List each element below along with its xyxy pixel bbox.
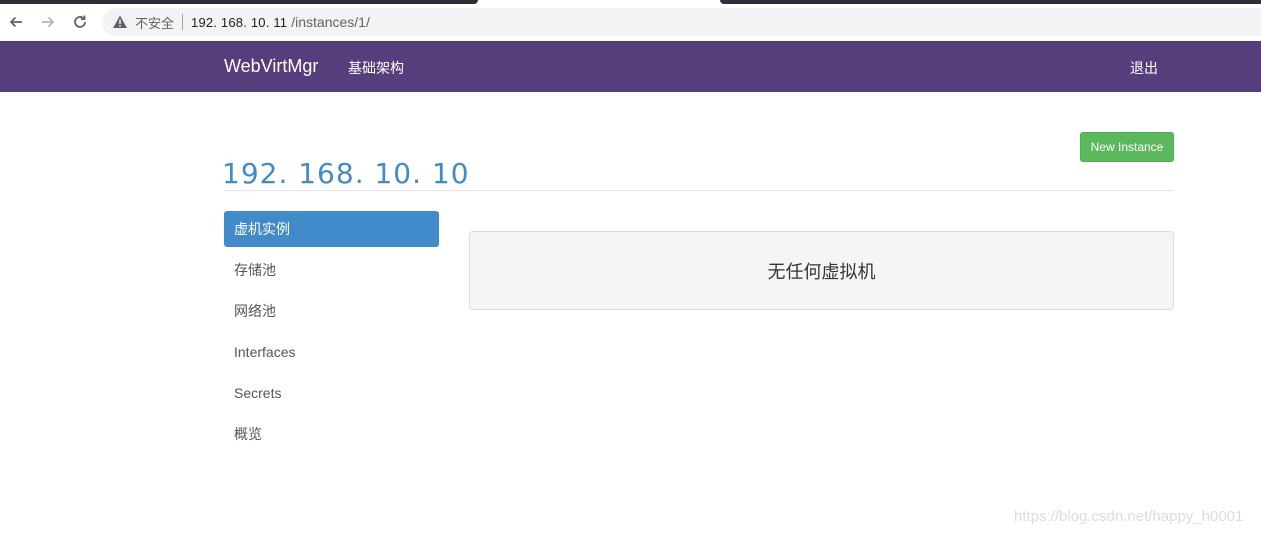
header-divider	[224, 190, 1174, 191]
page-title: 192. 168. 10. 10	[222, 156, 470, 190]
sidebar-item-instances[interactable]: 虚机实例	[224, 211, 439, 247]
empty-instances-panel: 无任何虚拟机	[469, 231, 1174, 310]
app-navbar: WebVirtMgr 基础架构 退出	[0, 41, 1261, 92]
forward-button[interactable]	[36, 10, 60, 34]
sidebar-nav: 虚机实例 存储池 网络池 Interfaces Secrets 概览	[224, 211, 439, 457]
inactive-tab-right[interactable]	[720, 0, 1261, 4]
warning-icon[interactable]	[112, 14, 128, 30]
url-path: /instances/1/	[291, 14, 370, 30]
arrow-right-icon	[42, 16, 55, 28]
empty-message: 无任何虚拟机	[767, 261, 876, 282]
nav-infrastructure-link[interactable]: 基础架构	[348, 58, 404, 78]
sidebar-item-networks[interactable]: 网络池	[224, 293, 439, 329]
url-host: 192. 168. 10. 11	[191, 14, 288, 30]
sidebar-item-overview[interactable]: 概览	[224, 416, 439, 452]
logout-link[interactable]: 退出	[1130, 58, 1158, 78]
browser-toolbar: 不安全 192. 168. 10. 11 /instances/1/	[0, 5, 1261, 40]
sidebar-item-secrets[interactable]: Secrets	[224, 375, 439, 411]
back-button[interactable]	[4, 10, 28, 34]
sidebar-item-interfaces[interactable]: Interfaces	[224, 334, 439, 370]
brand-link[interactable]: WebVirtMgr	[224, 56, 318, 77]
watermark: https://blog.csdn.net/happy_h0001	[1014, 508, 1244, 525]
url-separator	[182, 14, 184, 30]
reload-icon	[74, 15, 86, 28]
reload-button[interactable]	[68, 10, 92, 34]
address-bar[interactable]: 不安全 192. 168. 10. 11 /instances/1/	[102, 8, 1261, 36]
inactive-tab-left[interactable]	[0, 0, 478, 4]
new-instance-button[interactable]: New Instance	[1080, 132, 1174, 162]
sidebar-item-storage[interactable]: 存储池	[224, 252, 439, 288]
security-status[interactable]: 不安全	[135, 13, 174, 32]
arrow-left-icon	[9, 16, 22, 28]
